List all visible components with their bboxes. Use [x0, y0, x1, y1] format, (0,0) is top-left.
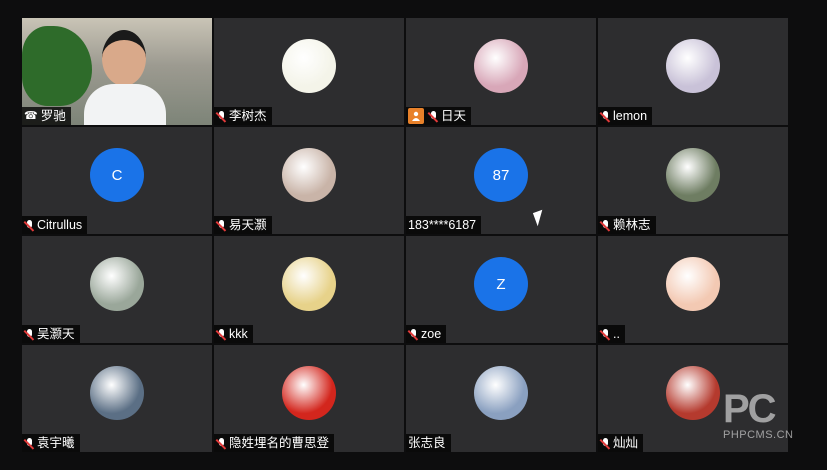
mic-muted-icon — [216, 219, 227, 232]
participant-tile[interactable]: ☎ 罗驰 — [22, 18, 212, 125]
participant-tile[interactable]: 吴灏天 — [22, 236, 212, 343]
mic-muted-icon — [600, 437, 611, 450]
participant-tile[interactable]: .. — [598, 236, 788, 343]
mic-muted-icon — [24, 219, 35, 232]
participant-tile[interactable]: lemon — [598, 18, 788, 125]
mic-muted-icon — [24, 437, 35, 450]
mic-muted-icon — [600, 328, 611, 341]
participant-tile[interactable]: 袁宇曦 — [22, 345, 212, 452]
participant-name: 日天 — [441, 109, 467, 123]
participant-tile[interactable]: C Citrullus — [22, 127, 212, 234]
avatar-image — [282, 148, 336, 203]
participant-name: 183****6187 — [408, 218, 477, 232]
participant-name: 吴灏天 — [37, 327, 75, 341]
participant-grid: ☎ 罗驰 李树杰 日天 lemon C Citrullus 易天灏 87 183****6187 赖… — [22, 18, 788, 452]
participant-name: Citrullus — [37, 218, 83, 232]
avatar-letter: Z — [474, 257, 528, 312]
participant-name: 灿灿 — [613, 436, 639, 450]
participant-name: 罗驰 — [40, 109, 66, 123]
mic-muted-icon — [216, 437, 227, 450]
name-label-bar: 隐姓埋名的曹思登 — [214, 434, 335, 452]
name-label-bar: 张志良 — [406, 434, 451, 452]
participant-tile[interactable]: 87 183****6187 — [406, 127, 596, 234]
avatar-letter: 87 — [474, 148, 528, 203]
name-label-bar: 易天灏 — [214, 216, 272, 234]
avatar-image — [666, 366, 720, 421]
mic-muted-icon — [428, 110, 439, 123]
avatar-image — [474, 39, 528, 94]
person-body — [84, 84, 166, 125]
watermark: PC PHPCMS.CN — [723, 389, 809, 453]
avatar-letter: C — [90, 148, 144, 203]
phone-icon: ☎ — [24, 110, 38, 122]
mic-muted-icon — [216, 328, 227, 341]
participant-name: 张志良 — [408, 436, 446, 450]
participant-tile[interactable]: 易天灏 — [214, 127, 404, 234]
name-label-bar: 日天 — [406, 107, 472, 125]
participant-name: 李树杰 — [229, 109, 267, 123]
name-label-bar: zoe — [406, 325, 447, 343]
name-label-bar: ☎ 罗驰 — [22, 107, 71, 125]
name-label-bar: Citrullus — [22, 216, 88, 234]
name-label-bar: 183****6187 — [406, 216, 482, 234]
mic-muted-icon — [600, 219, 611, 232]
participant-name: 隐姓埋名的曹思登 — [229, 436, 330, 450]
participant-tile[interactable]: Zzoe — [406, 236, 596, 343]
name-label-bar: 灿灿 — [598, 434, 644, 452]
participant-tile[interactable]: 日天 — [406, 18, 596, 125]
participant-tile[interactable]: 李树杰 — [214, 18, 404, 125]
host-user-icon — [408, 108, 424, 124]
name-label-bar: 袁宇曦 — [22, 434, 80, 452]
mic-muted-icon — [24, 328, 35, 341]
participant-name: kkk — [229, 327, 248, 341]
avatar-image — [282, 366, 336, 421]
name-label-bar: .. — [598, 325, 625, 343]
participant-name: lemon — [613, 109, 648, 123]
name-label-bar: 赖林志 — [598, 216, 656, 234]
watermark-site: PHPCMS.CN — [723, 429, 794, 441]
mic-muted-icon — [600, 110, 611, 123]
plant-shape — [22, 26, 92, 106]
participant-name: 赖林志 — [613, 218, 651, 232]
participant-tile[interactable]: 张志良 — [406, 345, 596, 452]
avatar-image — [666, 148, 720, 203]
participant-tile[interactable]: 赖林志 — [598, 127, 788, 234]
watermark-logo: PC — [723, 387, 777, 431]
person-head — [102, 30, 146, 86]
avatar-image — [282, 39, 336, 94]
avatar-image — [282, 257, 336, 312]
name-label-bar: lemon — [598, 107, 653, 125]
avatar-image — [666, 39, 720, 94]
avatar-image — [474, 366, 528, 421]
participant-tile[interactable]: 隐姓埋名的曹思登 — [214, 345, 404, 452]
participant-name: 袁宇曦 — [37, 436, 75, 450]
avatar-image — [666, 257, 720, 312]
name-label-bar: kkk — [214, 325, 253, 343]
name-label-bar: 吴灏天 — [22, 325, 80, 343]
avatar-image — [90, 257, 144, 312]
participant-name: .. — [613, 327, 620, 341]
mic-muted-icon — [216, 110, 227, 123]
participant-tile[interactable]: kkk — [214, 236, 404, 343]
avatar-image — [90, 366, 144, 421]
name-label-bar: 李树杰 — [214, 107, 272, 125]
participant-name: 易天灏 — [229, 218, 267, 232]
participant-name: zoe — [421, 327, 442, 341]
mic-muted-icon — [408, 328, 419, 341]
